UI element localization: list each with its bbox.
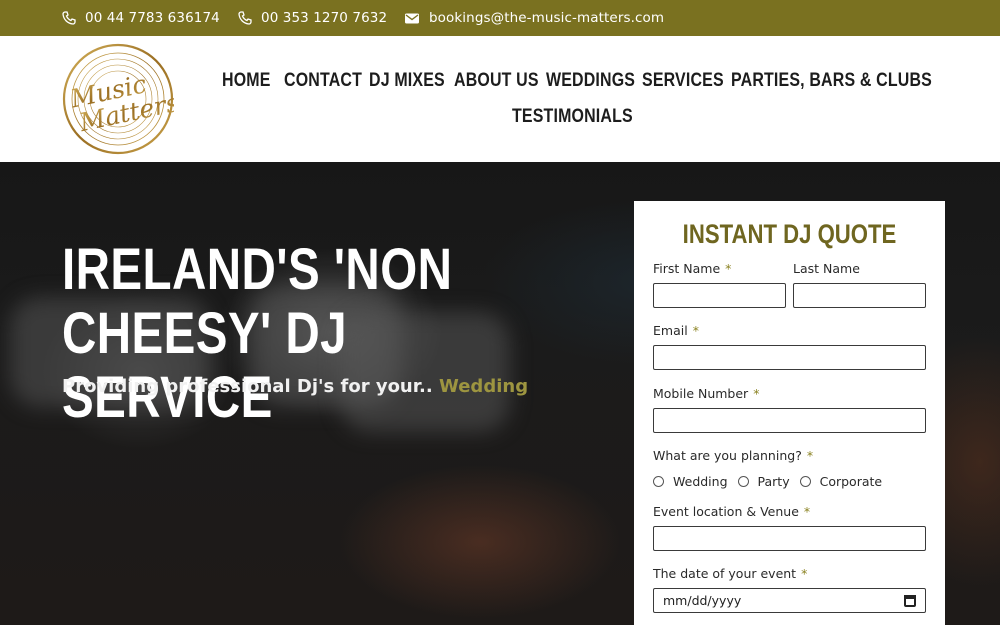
quote-form-title: INSTANT DJ QUOTE [682, 219, 897, 249]
radio-party-label: Party [757, 473, 790, 489]
hero-subtitle-text: Providing professional Dj's for your.. [62, 376, 433, 397]
required-mark: * [803, 504, 811, 519]
music-matters-logo: Music Matters [62, 43, 181, 155]
nav-services[interactable]: SERVICES [642, 70, 724, 92]
required-mark: * [806, 448, 814, 463]
radio-party[interactable]: Party [737, 473, 790, 489]
phone-ie-text: 00 353 1270 7632 [261, 10, 388, 26]
first-name-label: First Name * [653, 261, 731, 276]
planning-label: What are you planning? * [653, 448, 813, 463]
nav-home[interactable]: HOME [222, 70, 271, 92]
planning-label-text: What are you planning? [653, 448, 802, 463]
radio-wedding-label: Wedding [673, 473, 728, 489]
mobile-label: Mobile Number * [653, 386, 759, 401]
required-mark: * [753, 386, 760, 401]
site-header: Music Matters HOME CONTACT DJ MIXES ABOU… [0, 36, 1000, 162]
top-contact-bar: 00 44 7783 636174 00 353 1270 7632 booki… [0, 0, 1000, 36]
last-name-input[interactable] [793, 283, 926, 308]
first-name-input[interactable] [653, 283, 786, 308]
planning-radio-group: Wedding Party Corporate [653, 473, 892, 489]
phone-uk-text: 00 44 7783 636174 [85, 10, 220, 26]
radio-corporate-label: Corporate [819, 473, 883, 489]
radio-corporate[interactable]: Corporate [799, 473, 883, 489]
phone-icon [238, 11, 252, 25]
event-date-input[interactable]: mm/dd/yyyy [653, 588, 926, 613]
radio-circle[interactable] [653, 475, 664, 487]
date-label: The date of your event * [653, 566, 807, 581]
instant-quote-form: INSTANT DJ QUOTE First Name * Last Name E… [634, 201, 945, 625]
nav-weddings[interactable]: WEDDINGS [546, 70, 635, 92]
hero-subtitle: Providing professional Dj's for your.. W… [62, 376, 528, 397]
radio-circle[interactable] [799, 475, 811, 487]
location-input[interactable] [653, 526, 926, 551]
phone-ie-link[interactable]: 00 353 1270 7632 [238, 0, 387, 36]
nav-contact[interactable]: CONTACT [284, 70, 362, 92]
email-label: Email * [653, 323, 699, 338]
email-input[interactable] [653, 345, 926, 370]
date-label-text: The date of your event [653, 566, 797, 581]
envelope-icon [405, 13, 419, 24]
location-label-text: Event location & Venue [653, 504, 799, 519]
mobile-input[interactable] [653, 408, 926, 433]
date-placeholder: mm/dd/yyyy [663, 593, 742, 608]
calendar-icon[interactable] [904, 595, 916, 607]
required-mark: * [725, 261, 732, 276]
mobile-label-text: Mobile Number [653, 386, 749, 401]
phone-icon [62, 11, 76, 25]
radio-circle[interactable] [737, 475, 749, 487]
email-text: bookings@the-music-matters.com [429, 10, 665, 26]
location-label: Event location & Venue * [653, 504, 810, 519]
nav-parties-bars-clubs[interactable]: PARTIES, BARS & CLUBS [731, 70, 932, 92]
hero-title: IRELAND'S 'NON CHEESY' DJ SERVICE [62, 237, 453, 430]
nav-testimonials[interactable]: TESTIMONIALS [512, 106, 633, 128]
email-link[interactable]: bookings@the-music-matters.com [404, 0, 664, 36]
last-name-label: Last Name [793, 261, 860, 276]
site-logo[interactable]: Music Matters [62, 43, 181, 155]
email-label-text: Email [653, 323, 688, 338]
hero-subtitle-accent: Wedding [439, 376, 529, 397]
nav-dj-mixes[interactable]: DJ MIXES [369, 70, 445, 92]
phone-uk-link[interactable]: 00 44 7783 636174 [62, 0, 220, 36]
required-mark: * [692, 323, 699, 338]
required-mark: * [801, 566, 808, 581]
first-name-label-text: First Name [653, 261, 721, 276]
nav-about-us[interactable]: ABOUT US [454, 70, 539, 92]
radio-wedding[interactable]: Wedding [653, 474, 728, 489]
